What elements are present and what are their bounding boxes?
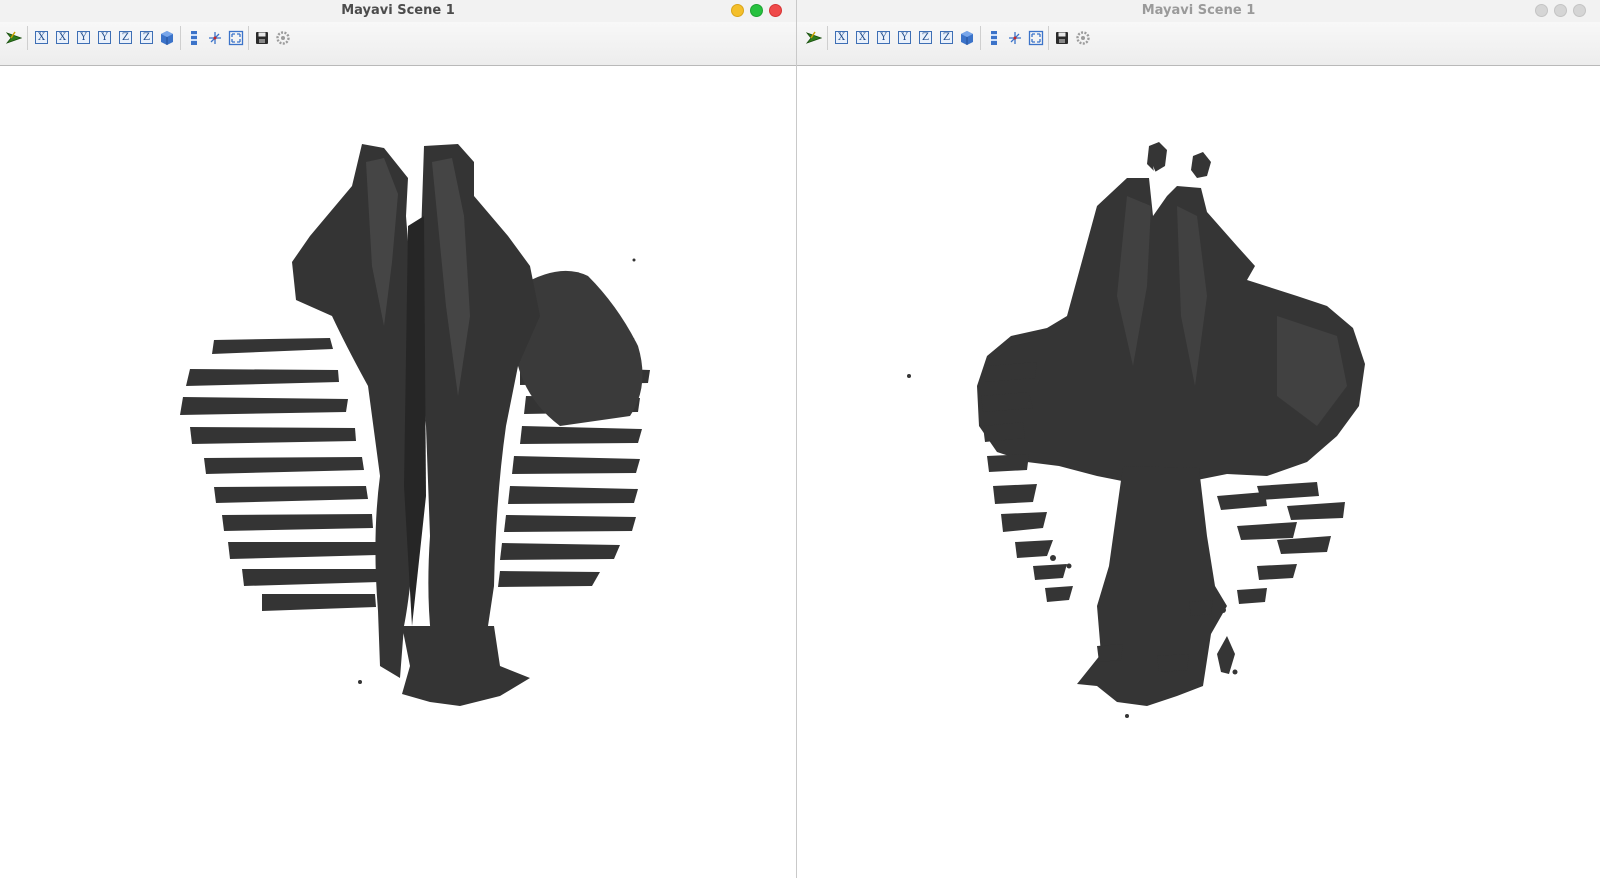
view-z-plus-button[interactable]: Z [119,31,132,44]
view-y-minus-button[interactable]: Y [98,31,111,44]
isosurface-render [907,142,1365,718]
fullscreen-icon[interactable] [227,29,244,46]
axes-icon[interactable] [206,29,223,46]
title-bar[interactable]: Mayavi Scene 1 [797,0,1600,22]
window-controls [731,4,782,17]
view-y-minus-button[interactable]: Y [898,31,911,44]
minimize-button[interactable] [731,4,744,17]
title-bar[interactable]: Mayavi Scene 1 [0,0,796,22]
isometric-icon[interactable] [958,29,975,46]
maximize-button[interactable] [750,4,763,17]
view-x-minus-button[interactable]: X [856,31,869,44]
maximize-button[interactable] [1554,4,1567,17]
isosurface-render [180,144,650,706]
view-z-minus-button[interactable]: Z [140,31,153,44]
view-x-minus-button[interactable]: X [56,31,69,44]
close-button[interactable] [1573,4,1586,17]
view-z-plus-button[interactable]: Z [919,31,932,44]
save-icon[interactable] [1053,29,1070,46]
window-title: Mayavi Scene 1 [1141,3,1256,18]
view-z-minus-button[interactable]: Z [940,31,953,44]
configure-icon[interactable] [274,29,291,46]
toolbar-separator [180,26,181,50]
view-y-plus-button[interactable]: Y [877,31,890,44]
view-x-plus-button[interactable]: X [35,31,48,44]
toolbar-separator [980,26,981,50]
fullscreen-icon[interactable] [1027,29,1044,46]
parallel-projection-icon[interactable] [185,29,202,46]
toolbar-separator [1048,26,1049,50]
mayavi-window-right: Mayavi Scene 1 X X Y Y Z Z [797,0,1600,878]
mayavi-window-left: Mayavi Scene 1 X X Y Y Z Z [0,0,797,878]
configure-icon[interactable] [1074,29,1091,46]
scene-viewport[interactable] [797,66,1600,878]
window-controls [1535,4,1586,17]
scene-viewport[interactable] [0,66,796,878]
toolbar-separator [248,26,249,50]
parallel-projection-icon[interactable] [985,29,1002,46]
save-icon[interactable] [253,29,270,46]
scene-toolbar: X X Y Y Z Z [797,22,1600,66]
toolbar-separator [827,26,828,50]
isometric-icon[interactable] [158,29,175,46]
pipeline-icon[interactable] [5,29,22,46]
toolbar-separator [27,26,28,50]
view-y-plus-button[interactable]: Y [77,31,90,44]
window-title: Mayavi Scene 1 [341,3,455,18]
minimize-button[interactable] [1535,4,1548,17]
view-x-plus-button[interactable]: X [835,31,848,44]
close-button[interactable] [769,4,782,17]
pipeline-icon[interactable] [805,29,822,46]
scene-toolbar: X X Y Y Z Z [0,22,796,66]
axes-icon[interactable] [1006,29,1023,46]
